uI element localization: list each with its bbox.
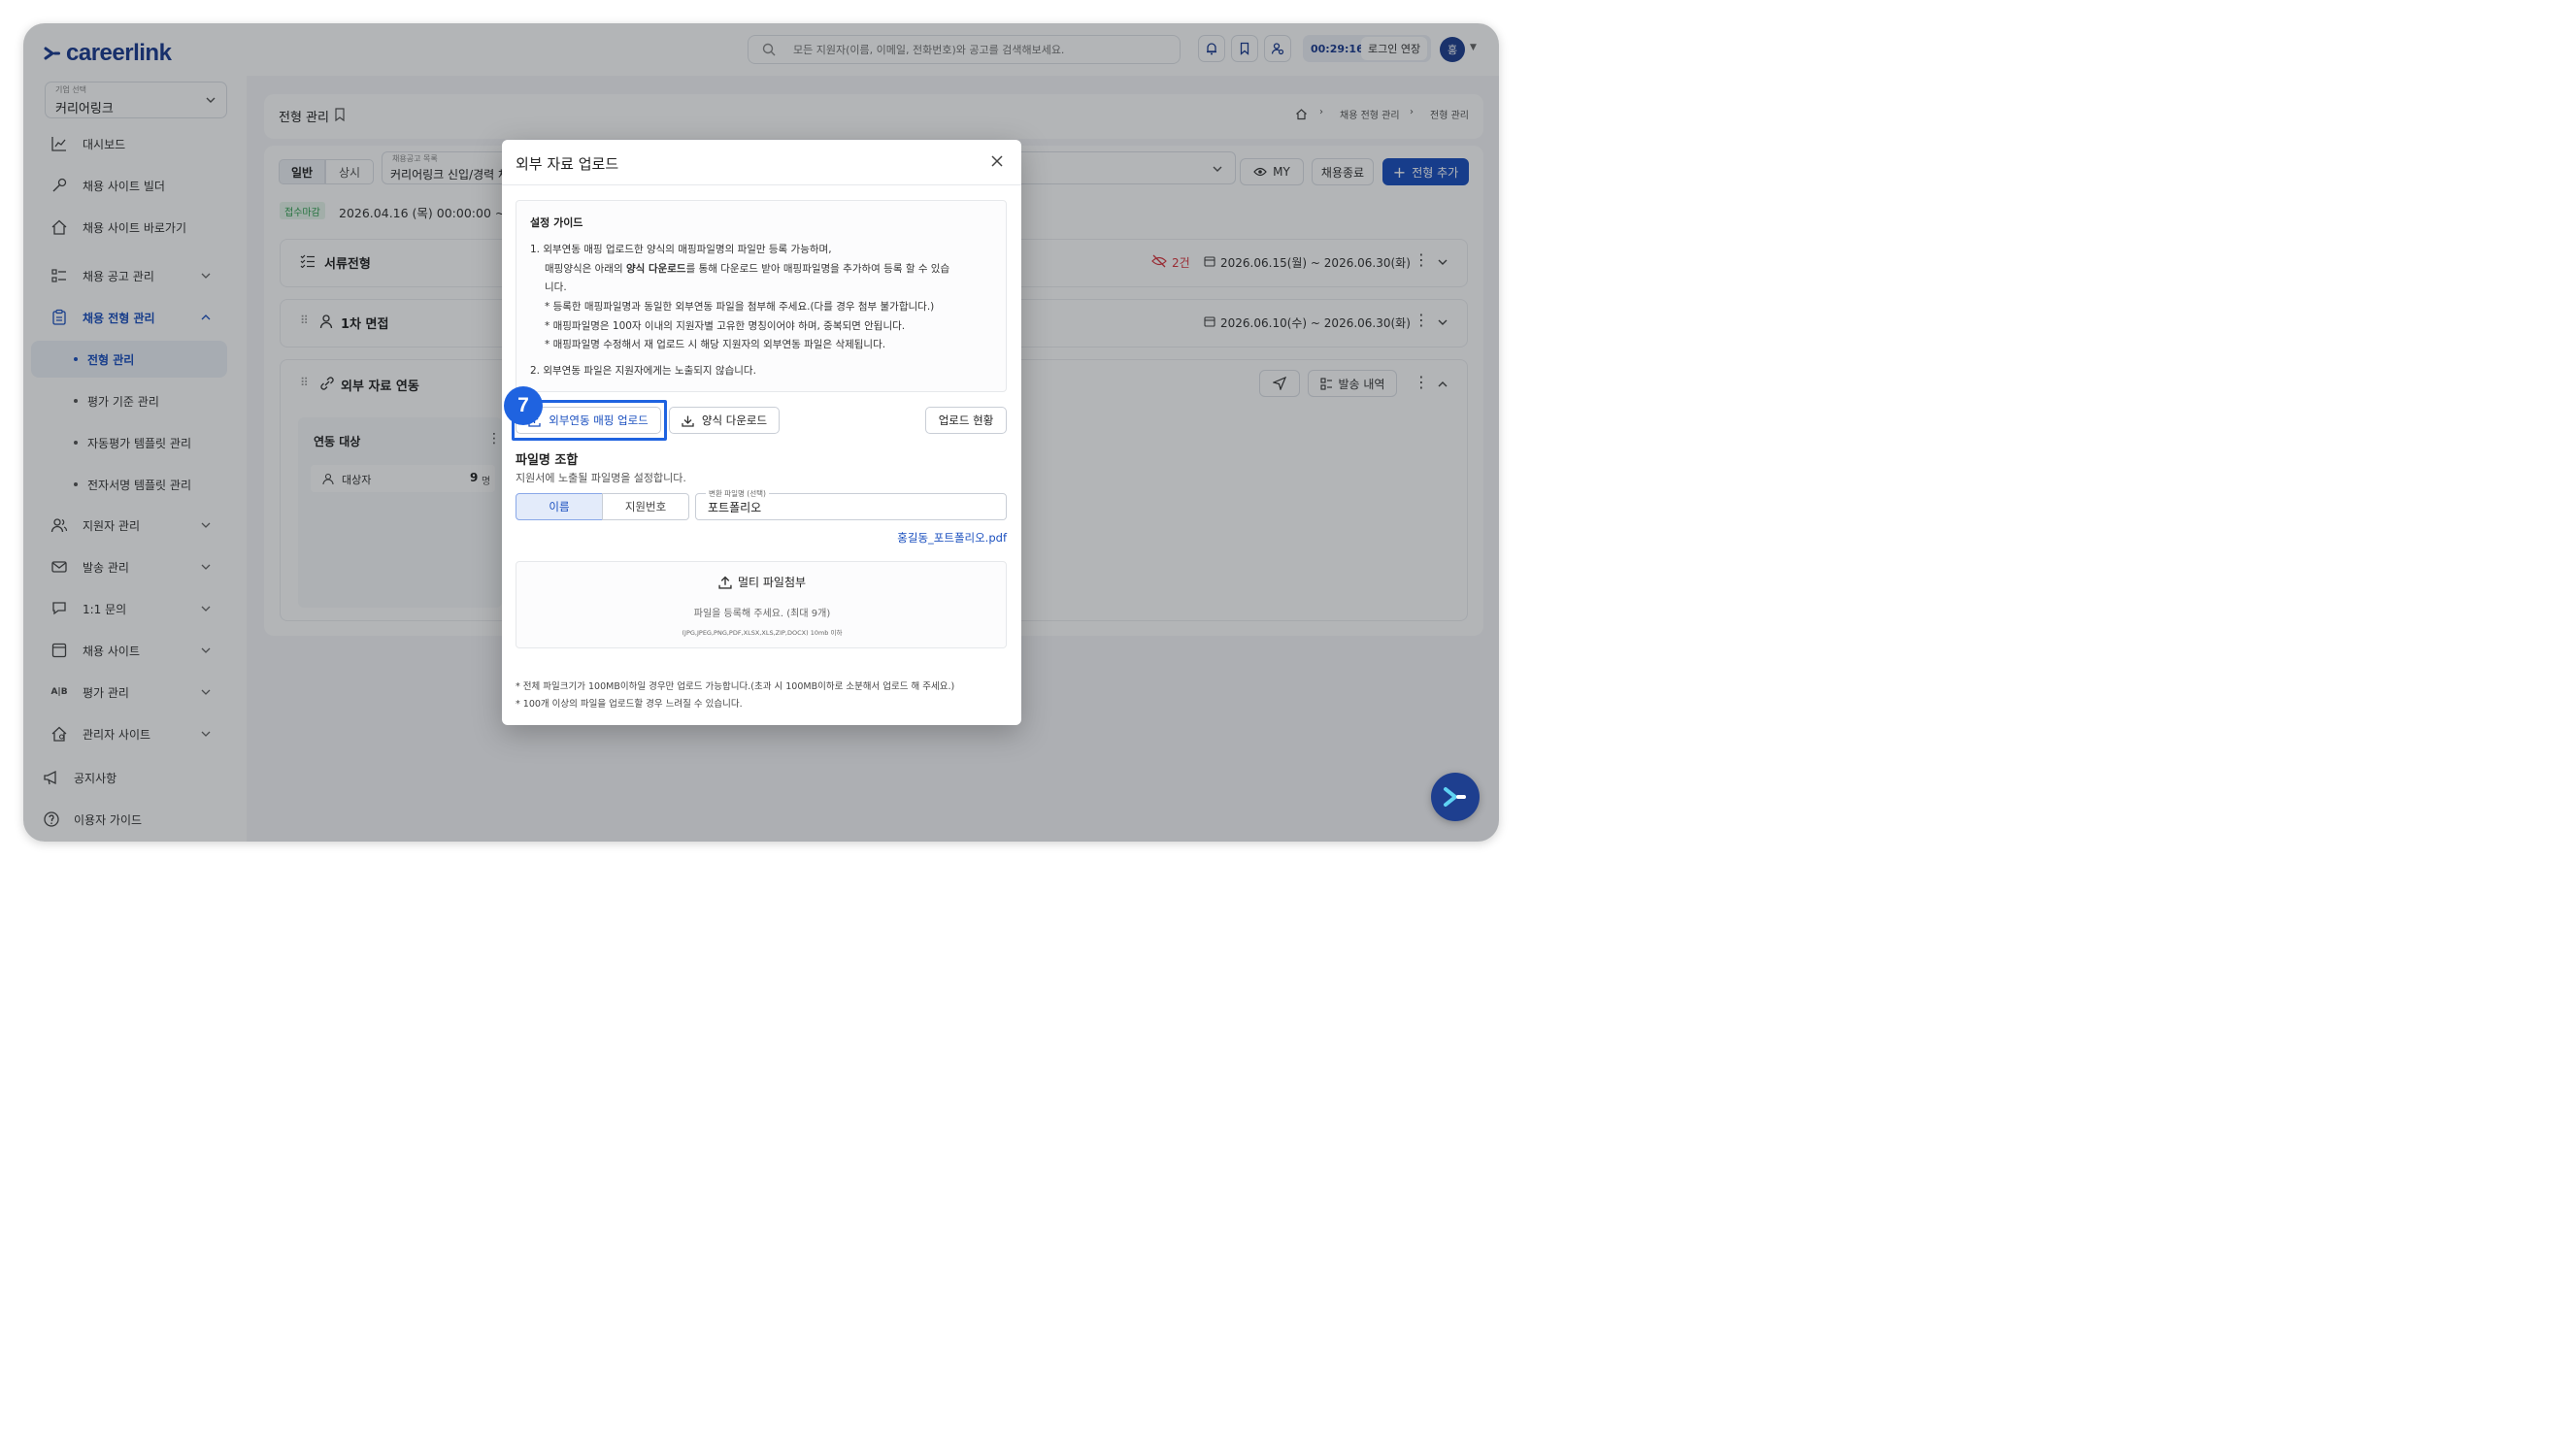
guide-line: 2. 외부연동 파일은 지원자에게는 노출되지 않습니다.	[530, 365, 756, 377]
convert-filename-input[interactable]	[708, 500, 989, 513]
performance-note: * 100개 이상의 파일을 업로드할 경우 느려질 수 있습니다.	[516, 699, 743, 710]
toggle-applicant-number[interactable]: 지원번호	[602, 493, 689, 520]
chat-fab[interactable]	[1431, 773, 1480, 821]
dropzone-formats: (JPG,JPEG,PNG,PDF,XLSX,XLS,ZIP,DOCX) 10m…	[682, 629, 843, 637]
size-note: * 전체 파일크기가 100MB이하일 경우만 업로드 가능합니다.(초과 시 …	[516, 681, 955, 692]
filename-title: 파일명 조합	[516, 453, 579, 468]
filename-preview: 홍길동_포트폴리오.pdf	[897, 531, 1007, 545]
step-badge: 7	[504, 386, 543, 425]
guide-line: * 등록한 매핑파일명과 동일한 외부연동 파일을 첨부해 주세요.(다를 경우…	[545, 301, 935, 313]
guide-line: 매핑양식은 아래의 양식 다운로드를 통해 다운로드 받아 매핑파일명을 추가하…	[545, 263, 950, 275]
external-upload-modal: 외부 자료 업로드 설정 가이드 1. 외부연동 매핑 업로드한 양식의 매핑파…	[502, 140, 1021, 725]
guide-title: 설정 가이드	[530, 216, 583, 229]
template-download-label: 양식 다운로드	[701, 414, 768, 427]
download-icon	[682, 415, 694, 427]
dropzone-desc: 파일을 등록해 주세요. (최대 9개)	[693, 609, 831, 619]
guide-line: * 매핑파일명 수정해서 재 업로드 시 해당 지원자의 외부연동 파일은 삭제…	[545, 339, 886, 350]
dropzone-header: 멀티 파일첨부	[516, 574, 1008, 590]
convert-filename-label: 변환 파일명 (선택)	[706, 488, 769, 499]
guide-line: 1. 외부연동 매핑 업로드한 양식의 매핑파일명의 파일만 등록 가능하며,	[530, 244, 832, 255]
divider	[502, 184, 1021, 185]
dropzone-title: 멀티 파일첨부	[737, 576, 807, 589]
toggle-name[interactable]: 이름	[516, 493, 603, 520]
guide-line: 니다.	[545, 281, 567, 293]
filename-desc: 지원서에 노출될 파일명을 설정합니다.	[516, 472, 686, 484]
guide-line: * 매핑파일명은 100자 이내의 지원자별 고유한 명칭이어야 하며, 중복되…	[545, 320, 906, 332]
app-window: careerlink 모든 지원자(이름, 이메일, 전화번호)와 공고를 검색…	[23, 23, 1499, 842]
upload-icon	[718, 576, 732, 589]
upload-status-button[interactable]: 업로드 현황	[925, 407, 1007, 434]
template-download-button[interactable]: 양식 다운로드	[669, 407, 780, 434]
step-highlight: 7	[504, 386, 667, 441]
multi-file-dropzone[interactable]: 멀티 파일첨부 파일을 등록해 주세요. (최대 9개) (JPG,JPEG,P…	[516, 561, 1007, 648]
modal-title: 외부 자료 업로드	[516, 155, 619, 173]
convert-filename-field[interactable]: 변환 파일명 (선택)	[695, 488, 1007, 520]
setup-guide: 설정 가이드 1. 외부연동 매핑 업로드한 양식의 매핑파일명의 파일만 등록…	[516, 200, 1007, 392]
close-icon[interactable]	[989, 153, 1005, 169]
logo-mark-icon	[1444, 787, 1466, 807]
